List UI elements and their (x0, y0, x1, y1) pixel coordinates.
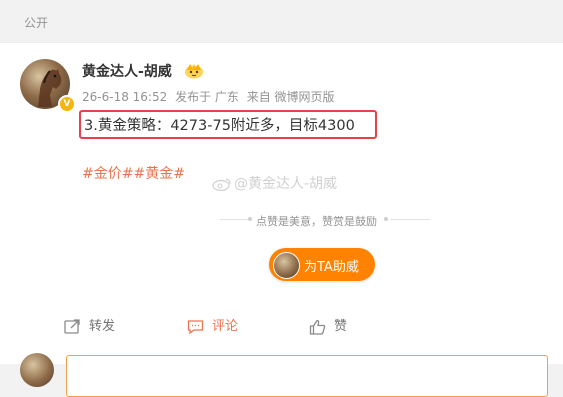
tip-button[interactable]: 为TA助威 (269, 248, 375, 281)
repost-icon (64, 318, 80, 334)
repost-label: 转发 (89, 319, 116, 334)
post-source: 来自 微博网页版 (246, 90, 335, 104)
reward-dot-left (248, 217, 252, 221)
post-meta: 26-6-18 16:52 发布于 广东 来自 微博网页版 (82, 88, 339, 105)
comment-button[interactable]: 评论 (187, 315, 238, 335)
thumbs-up-icon (309, 319, 326, 335)
verified-badge-icon: V (58, 95, 76, 113)
like-label: 赞 (334, 319, 348, 334)
crown-icon (185, 63, 203, 79)
reward-prompt: 点赞是美意，赞赏是鼓励 (256, 215, 377, 228)
reward-divider-left (220, 219, 250, 220)
repost-button[interactable]: 转发 (64, 315, 115, 335)
post-card: V 黄金达人-胡威 26-6-18 16:52 发布于 广东 来自 微博网页版 … (0, 42, 563, 397)
tip-button-label: 为TA助威 (304, 260, 359, 275)
comment-label: 评论 (212, 319, 239, 334)
like-button[interactable]: 赞 (309, 315, 347, 335)
current-user-avatar (20, 353, 54, 387)
image-watermark: @黄金达人-胡威 (212, 173, 337, 193)
visibility-label: 公开 (24, 16, 49, 30)
post-location: 发布于 广东 (175, 90, 239, 104)
comment-icon (187, 319, 204, 334)
tip-avatar (273, 252, 300, 279)
post-time[interactable]: 26-6-18 16:52 (82, 90, 167, 104)
post-tags[interactable]: #金价##黄金# (82, 163, 185, 183)
post-text: 3.黄金策略：4273-75附近多，目标4300 (84, 118, 355, 134)
action-bar: 转发 评论 赞 (0, 307, 563, 337)
reward-divider-right (390, 219, 430, 220)
weibo-logo-icon (212, 178, 231, 191)
comment-input[interactable] (66, 355, 548, 397)
author-name[interactable]: 黄金达人-胡威 (82, 61, 172, 81)
watermark-text: @黄金达人-胡威 (234, 176, 338, 192)
reward-dot-right (384, 217, 388, 221)
